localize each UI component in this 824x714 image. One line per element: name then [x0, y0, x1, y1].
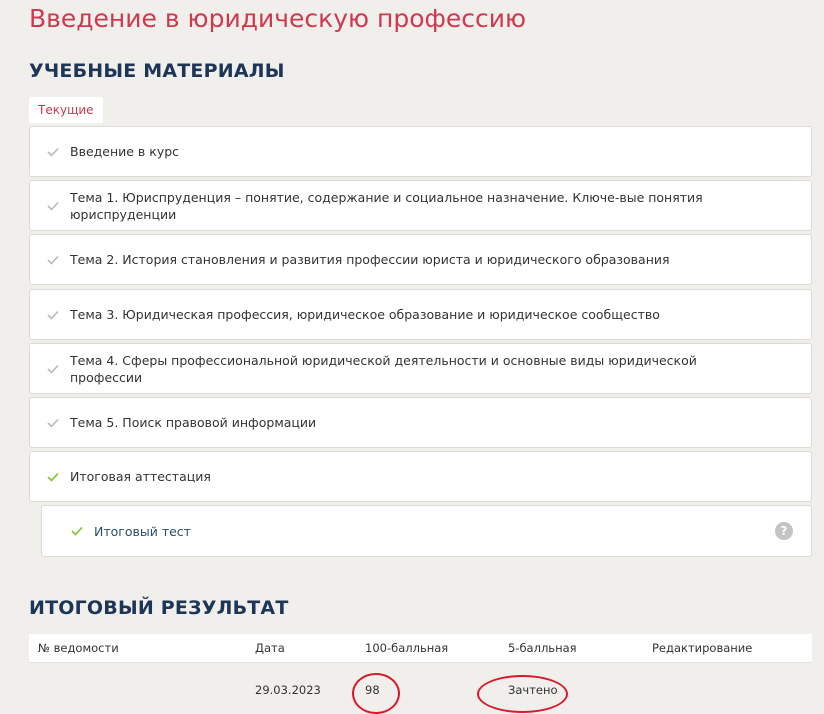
checkmark-icon — [46, 145, 60, 159]
topic-item-1[interactable]: Тема 1. Юриспруденция – понятие, содержа… — [29, 180, 812, 231]
topic-item-intro[interactable]: Введение в курс — [29, 126, 812, 177]
annotation-circle-score-100 — [352, 673, 400, 714]
topic-label: Тема 1. Юриспруденция – понятие, содержа… — [70, 189, 703, 222]
page-title: Введение в юридическую профессию — [29, 4, 527, 33]
checkmark-icon — [46, 253, 60, 267]
topic-item-5[interactable]: Тема 5. Поиск правовой информации — [29, 397, 812, 448]
subtopic-label: Итоговый тест — [94, 523, 191, 539]
table-header: № ведомости Дата 100-балльная 5-балльная… — [29, 634, 812, 663]
col-header-edit: Редактирование — [652, 641, 753, 655]
topic-item-4[interactable]: Тема 4. Сферы профессиональной юридическ… — [29, 343, 812, 394]
col-header-date: Дата — [255, 641, 285, 655]
cell-date: 29.03.2023 — [255, 683, 321, 697]
subtopic-item-final-test[interactable]: Итоговый тест ? — [41, 505, 812, 557]
results-table: № ведомости Дата 100-балльная 5-балльная… — [29, 634, 812, 714]
topic-label: Тема 2. История становления и развития п… — [70, 252, 670, 267]
annotation-circle-score-5 — [477, 675, 568, 713]
tab-current[interactable]: Текущие — [29, 97, 103, 123]
col-header-score-5: 5-балльная — [508, 641, 577, 655]
topic-label: Итоговая аттестация — [70, 469, 211, 484]
topic-label: Тема 3. Юридическая профессия, юридическ… — [70, 307, 660, 322]
topic-label: Тема 5. Поиск правовой информации — [70, 415, 317, 430]
question-circle-icon[interactable]: ? — [775, 522, 793, 540]
checkmark-icon — [46, 308, 60, 322]
results-section-title: ИТОГОВЫЙ РЕЗУЛЬТАТ — [29, 597, 289, 619]
topic-label: Тема 4. Сферы профессиональной юридическ… — [70, 352, 697, 385]
topic-item-2[interactable]: Тема 2. История становления и развития п… — [29, 234, 812, 285]
checkmark-icon — [46, 199, 60, 213]
table-row: 29.03.2023 98 Зачтено — [29, 663, 812, 714]
checkmark-icon — [70, 524, 84, 538]
topic-item-3[interactable]: Тема 3. Юридическая профессия, юридическ… — [29, 289, 812, 340]
materials-section-title: УЧЕБНЫЕ МАТЕРИАЛЫ — [29, 60, 285, 82]
col-header-score-100: 100-балльная — [365, 641, 449, 655]
topic-item-final-attestation[interactable]: Итоговая аттестация — [29, 451, 812, 502]
col-header-statement: № ведомости — [38, 641, 119, 655]
topic-label: Введение в курс — [70, 144, 180, 159]
checkmark-icon — [46, 470, 60, 484]
checkmark-icon — [46, 416, 60, 430]
checkmark-icon — [46, 362, 60, 376]
